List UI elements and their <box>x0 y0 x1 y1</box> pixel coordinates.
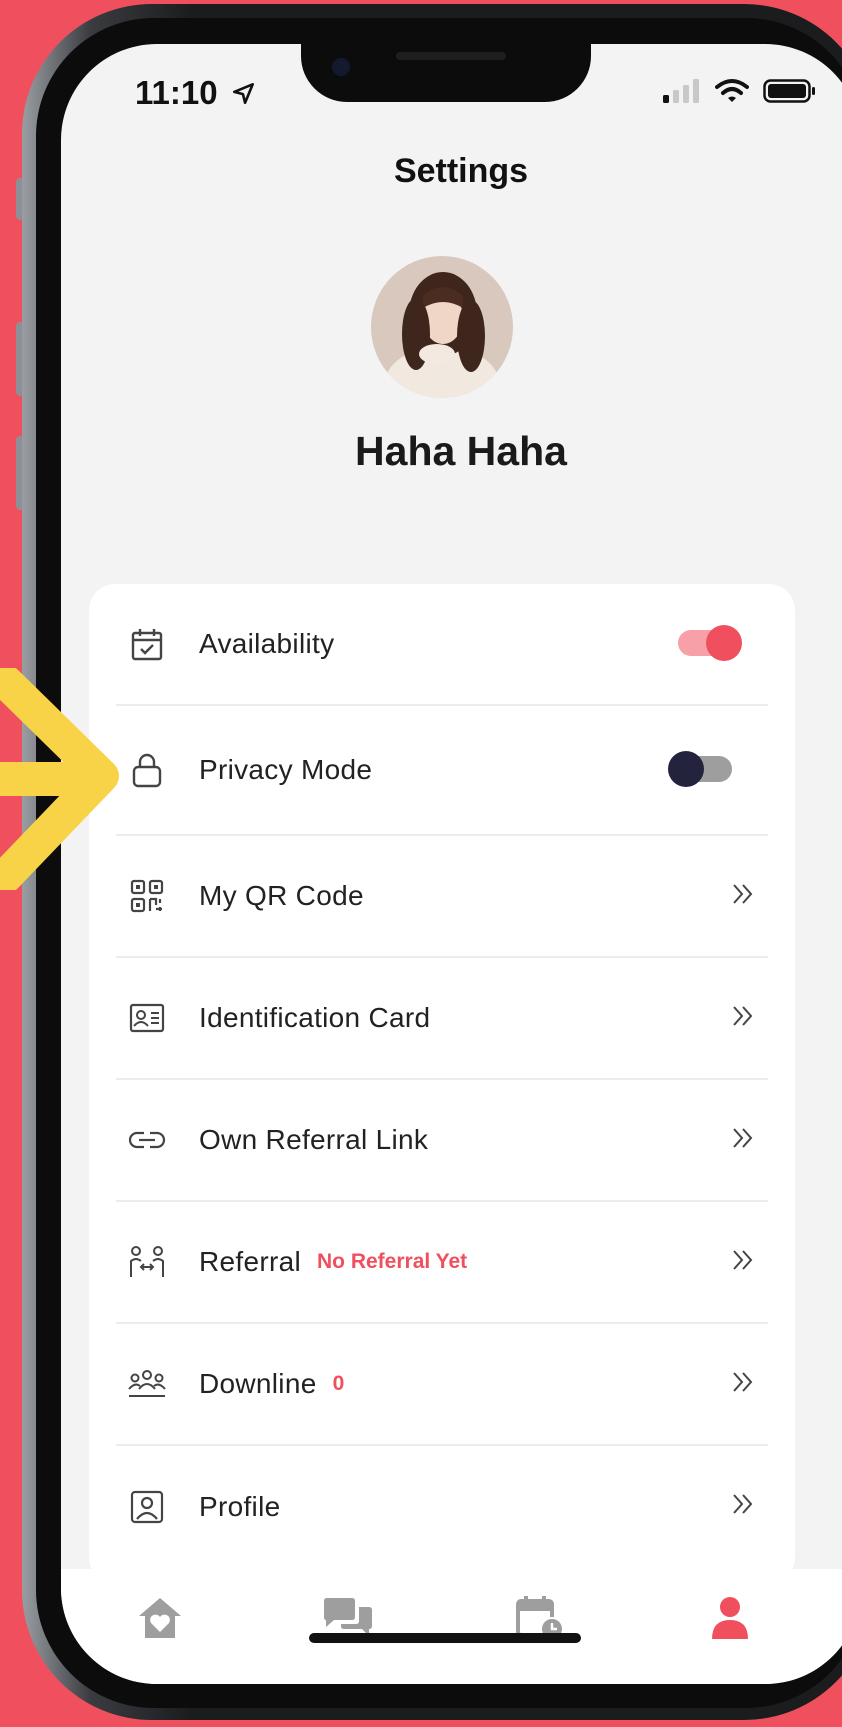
qr-code-label: My QR Code <box>199 880 364 911</box>
setting-row-qr-code[interactable]: My QR Code <box>116 836 768 958</box>
lock-icon <box>128 751 166 789</box>
downline-label: Downline <box>199 1368 317 1399</box>
chevron-double-right-icon <box>733 884 753 904</box>
privacy-mode-toggle[interactable] <box>668 751 732 787</box>
chevron-double-right-icon <box>733 1128 753 1148</box>
referral-label: Referral <box>199 1246 301 1277</box>
privacy-mode-label: Privacy Mode <box>199 754 373 785</box>
qr-code-icon <box>128 877 166 915</box>
setting-row-privacy-mode: Privacy Mode <box>116 706 768 836</box>
signal-icon <box>663 79 699 103</box>
setting-row-availability: Availability <box>116 584 768 706</box>
chevron-double-right-icon <box>733 1494 753 1514</box>
front-camera <box>332 58 350 76</box>
tab-home[interactable] <box>133 1591 187 1645</box>
notch <box>301 44 591 102</box>
own-referral-link-label: Own Referral Link <box>199 1124 429 1155</box>
link-icon <box>128 1121 166 1159</box>
avatar[interactable] <box>371 256 513 398</box>
phone-screen: 11:10 Settings Haha Haha Availability Pr… <box>61 44 842 1684</box>
referral-status-badge: No Referral Yet <box>317 1250 468 1273</box>
calendar-check-icon <box>128 625 166 663</box>
chevron-double-right-icon <box>733 1372 753 1392</box>
status-icons <box>661 78 817 104</box>
group-icon <box>128 1365 166 1403</box>
profile-icon <box>128 1488 166 1526</box>
id-card-icon <box>128 999 166 1037</box>
status-time-text: 11:10 <box>135 74 218 111</box>
privacy-mode-toggle-knob <box>668 751 704 787</box>
page-title: Settings <box>393 152 529 190</box>
setting-row-downline[interactable]: Downline 0 <box>116 1324 768 1446</box>
chevron-double-right-icon <box>733 1006 753 1026</box>
setting-row-own-referral-link[interactable]: Own Referral Link <box>116 1080 768 1202</box>
home-heart-icon <box>139 1598 181 1638</box>
person-icon <box>712 1597 748 1639</box>
wifi-icon <box>715 79 749 102</box>
availability-label: Availability <box>199 628 335 659</box>
identification-card-label: Identification Card <box>199 1002 431 1033</box>
annotation-arrow-icon <box>0 668 119 890</box>
availability-toggle-knob <box>706 625 742 661</box>
settings-card: Availability Privacy Mode My QR Code Ide… <box>89 584 795 1584</box>
setting-row-referral[interactable]: Referral No Referral Yet <box>116 1202 768 1324</box>
setting-row-identification-card[interactable]: Identification Card <box>116 958 768 1080</box>
user-name: Haha Haha <box>355 428 567 474</box>
profile-label: Profile <box>199 1491 281 1522</box>
earpiece-speaker <box>396 52 506 60</box>
battery-icon <box>763 79 815 103</box>
tab-account[interactable] <box>703 1591 757 1645</box>
tab-bar <box>61 1569 842 1684</box>
home-indicator[interactable] <box>309 1633 581 1643</box>
referral-people-icon <box>128 1243 166 1281</box>
setting-row-profile[interactable]: Profile <box>116 1446 768 1568</box>
chevron-double-right-icon <box>733 1250 753 1270</box>
location-arrow-icon <box>232 83 254 105</box>
availability-toggle[interactable] <box>678 625 742 661</box>
status-time: 11:10 <box>135 74 257 112</box>
downline-count-badge: 0 <box>332 1372 345 1395</box>
